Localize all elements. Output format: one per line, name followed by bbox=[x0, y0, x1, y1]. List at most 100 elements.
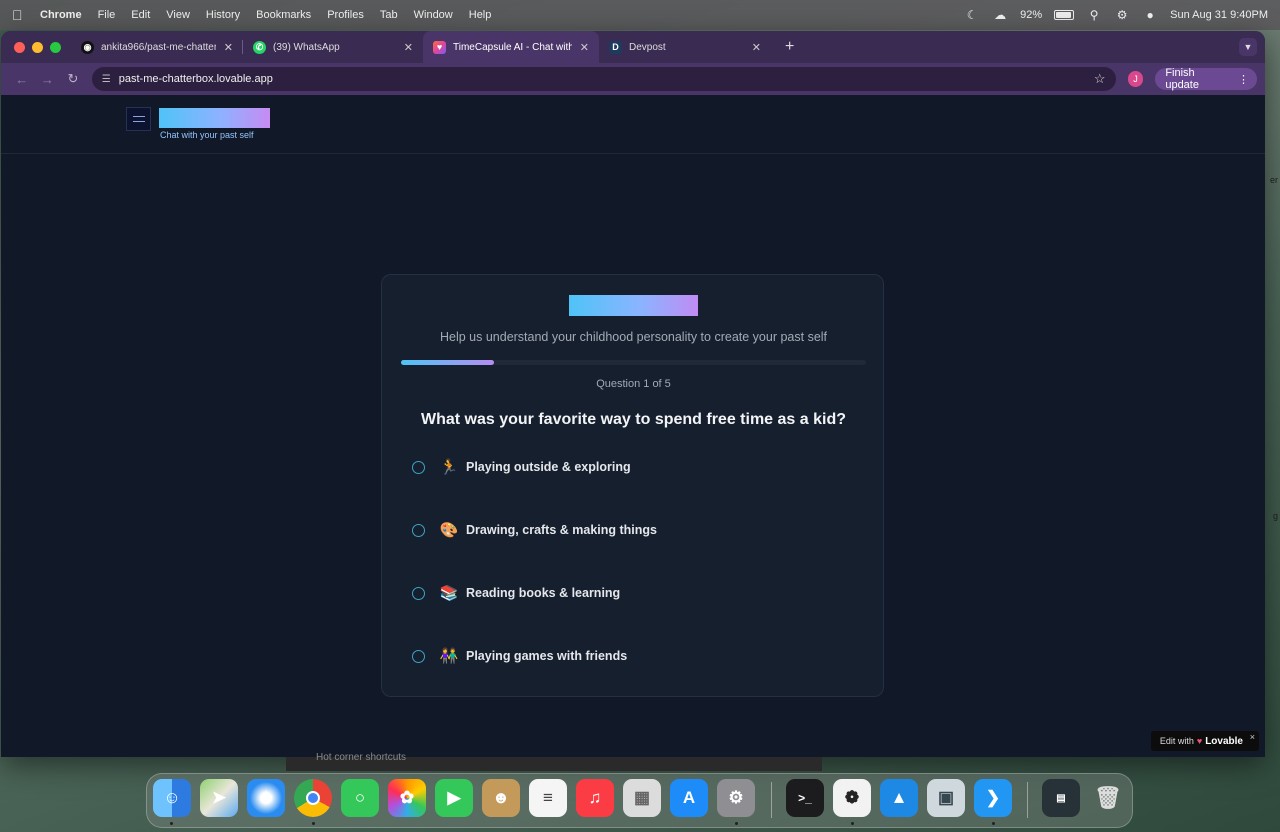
answer-label: Playing games with friends bbox=[466, 649, 628, 663]
macos-dock: ☺ ➤ ✦ ○ ✿ ▶ ☻ ≡ ♫ ▦ A ⚙ >_ ❁ ▲ ▣ ❯ ▤ 🗑 bbox=[146, 773, 1133, 828]
back-arrow-icon[interactable]: ← bbox=[9, 72, 35, 87]
background-panel-text: Hot corner shortcuts bbox=[316, 752, 407, 763]
reload-icon[interactable]: ↻ bbox=[60, 71, 86, 87]
quiz-progress-bar bbox=[401, 360, 866, 365]
menu-app-name[interactable]: Chrome bbox=[40, 9, 82, 21]
zoom-window-button[interactable] bbox=[50, 41, 61, 53]
menu-profiles[interactable]: Profiles bbox=[327, 9, 364, 21]
control-center-icon[interactable]: ⚙ bbox=[1114, 8, 1130, 22]
spotlight-search-icon[interactable]: ⚲ bbox=[1086, 8, 1102, 22]
tab-whatsapp[interactable]: ✆ (39) WhatsApp ✕ bbox=[243, 31, 423, 63]
focus-moon-icon[interactable]: ☾ bbox=[964, 8, 980, 22]
profile-avatar[interactable]: J bbox=[1127, 71, 1144, 87]
finder-icon[interactable]: ☺ bbox=[153, 779, 191, 817]
screenshot-window-icon[interactable]: ▤ bbox=[1042, 779, 1080, 817]
reminders-icon[interactable]: ≡ bbox=[529, 779, 567, 817]
menu-clock[interactable]: Sun Aug 31 9:40PM bbox=[1170, 9, 1268, 21]
menu-file[interactable]: File bbox=[98, 9, 116, 21]
forward-arrow-icon[interactable]: → bbox=[35, 72, 61, 87]
messages-icon[interactable]: ○ bbox=[341, 779, 379, 817]
answer-option-outside[interactable]: 🏃 Playing outside & exploring bbox=[406, 447, 861, 487]
edit-with-lovable-badge[interactable]: Edit with ♥ Lovable × bbox=[1150, 731, 1259, 751]
tab-strip: ◉ ankita966/past-me-chatterbo ✕ ✆ (39) W… bbox=[1, 31, 1265, 63]
menu-edit[interactable]: Edit bbox=[131, 9, 150, 21]
maps-icon[interactable]: ➤ bbox=[200, 779, 238, 817]
menu-bookmarks[interactable]: Bookmarks bbox=[256, 9, 311, 21]
keynote-icon[interactable]: ▲ bbox=[880, 779, 918, 817]
terminal-icon[interactable]: >_ bbox=[786, 779, 824, 817]
lovable-heart-icon: ♥ bbox=[1196, 736, 1203, 746]
question-counter: Question 1 of 5 bbox=[596, 378, 671, 390]
answer-option-drawing[interactable]: 🎨 Drawing, crafts & making things bbox=[406, 510, 861, 550]
battery-percent: 92% bbox=[1020, 9, 1043, 21]
running-person-icon: 🏃 bbox=[439, 459, 459, 476]
chrome-window: ◉ ankita966/past-me-chatterbo ✕ ✆ (39) W… bbox=[1, 31, 1265, 757]
menu-window[interactable]: Window bbox=[414, 9, 453, 21]
dock-separator bbox=[1027, 782, 1028, 818]
close-tab-icon[interactable]: ✕ bbox=[404, 41, 413, 54]
close-tab-icon[interactable]: ✕ bbox=[752, 41, 761, 54]
running-indicator bbox=[851, 822, 854, 825]
site-tagline: Chat with your past self bbox=[160, 130, 254, 140]
close-badge-icon[interactable]: × bbox=[1250, 732, 1255, 742]
finish-update-button[interactable]: Finish update ⋮ bbox=[1155, 67, 1258, 91]
radio-button[interactable] bbox=[412, 523, 425, 537]
system-settings-icon[interactable]: ⚙ bbox=[717, 779, 755, 817]
background-edge-text: er bbox=[1269, 175, 1278, 185]
tab-title: (39) WhatsApp bbox=[273, 41, 340, 53]
tab-search-chevron-icon[interactable]: ▼ bbox=[1239, 38, 1257, 56]
close-window-button[interactable] bbox=[14, 41, 25, 53]
menu-help[interactable]: Help bbox=[469, 9, 492, 21]
minimize-window-button[interactable] bbox=[32, 41, 43, 53]
close-tab-icon[interactable]: ✕ bbox=[224, 41, 233, 54]
bookmark-star-icon[interactable]: ☆ bbox=[1094, 71, 1106, 87]
close-tab-icon[interactable]: ✕ bbox=[580, 41, 589, 54]
facetime-icon[interactable]: ▶ bbox=[435, 779, 473, 817]
answer-option-games[interactable]: 👫 Playing games with friends bbox=[406, 636, 861, 676]
radio-button[interactable] bbox=[412, 649, 425, 663]
menu-view[interactable]: View bbox=[166, 9, 190, 21]
dock-separator bbox=[771, 782, 772, 818]
browser-toolbar: ← → ↻ ☰ past-me-chatterbox.lovable.app ☆… bbox=[1, 63, 1265, 95]
url-text[interactable]: past-me-chatterbox.lovable.app bbox=[119, 73, 273, 85]
vscode-icon[interactable]: ❯ bbox=[974, 779, 1012, 817]
books-icon: 📚 bbox=[439, 585, 459, 602]
badge-prefix: Edit with bbox=[1159, 736, 1194, 746]
kebab-menu-icon[interactable]: ⋮ bbox=[1238, 73, 1249, 86]
apple-menu-icon[interactable]:  bbox=[12, 7, 28, 23]
trash-icon[interactable]: 🗑 bbox=[1089, 779, 1127, 817]
chatgpt-icon[interactable]: ❁ bbox=[833, 779, 871, 817]
running-indicator bbox=[992, 822, 995, 825]
safari-icon[interactable]: ✦ bbox=[247, 779, 285, 817]
menu-history[interactable]: History bbox=[206, 9, 240, 21]
menu-tab[interactable]: Tab bbox=[380, 9, 398, 21]
site-logo-image[interactable] bbox=[126, 107, 151, 131]
photos-icon[interactable]: ✿ bbox=[388, 779, 426, 817]
github-icon: ◉ bbox=[81, 40, 94, 54]
preview-icon[interactable]: ▣ bbox=[927, 779, 965, 817]
battery-icon[interactable] bbox=[1054, 10, 1075, 20]
address-bar[interactable]: ☰ past-me-chatterbox.lovable.app ☆ bbox=[91, 67, 1116, 91]
answer-label: Reading books & learning bbox=[466, 586, 621, 600]
radio-button[interactable] bbox=[412, 586, 425, 600]
new-tab-icon[interactable]: + bbox=[785, 38, 794, 56]
siri-icon[interactable]: ● bbox=[1142, 8, 1158, 22]
answer-label: Playing outside & exploring bbox=[466, 460, 631, 474]
tab-title: Devpost bbox=[629, 41, 666, 53]
app-store-icon[interactable]: A bbox=[670, 779, 708, 817]
devpost-icon: D bbox=[609, 40, 622, 54]
tab-github[interactable]: ◉ ankita966/past-me-chatterbo ✕ bbox=[71, 31, 243, 63]
background-edge-text: g bbox=[1272, 511, 1278, 521]
contacts-icon[interactable]: ☻ bbox=[482, 779, 520, 817]
site-info-icon[interactable]: ☰ bbox=[102, 74, 111, 85]
web-page: Chat with your past self Help us underst… bbox=[1, 95, 1265, 757]
tab-timecapsule[interactable]: ♥ TimeCapsule AI - Chat with Yo ✕ bbox=[423, 31, 599, 63]
radio-button[interactable] bbox=[412, 460, 425, 474]
site-header: Chat with your past self bbox=[1, 95, 1265, 154]
launchpad-icon[interactable]: ▦ bbox=[623, 779, 661, 817]
tab-devpost[interactable]: D Devpost ✕ bbox=[599, 31, 771, 63]
music-icon[interactable]: ♫ bbox=[576, 779, 614, 817]
icloud-icon[interactable]: ☁ bbox=[992, 8, 1008, 22]
answer-option-reading[interactable]: 📚 Reading books & learning bbox=[406, 573, 861, 613]
chrome-icon[interactable] bbox=[294, 779, 332, 817]
